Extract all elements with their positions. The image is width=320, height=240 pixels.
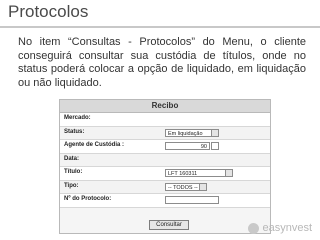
- chevron-down-icon: ▾: [202, 184, 205, 191]
- titulo-select-value: LFT 160311: [168, 171, 198, 177]
- form-row-agente: Agente de Custódia : 90: [60, 140, 270, 154]
- status-label: Status:: [64, 128, 85, 135]
- chevron-down-icon: ▾: [214, 130, 217, 137]
- mercado-label: Mercado:: [64, 115, 91, 121]
- titulo-select[interactable]: LFT 160311 ▾: [165, 169, 233, 177]
- slide-title: Protocolos: [8, 2, 89, 21]
- tipo-label: Tipo:: [64, 182, 79, 189]
- agente-label: Agente de Custódia :: [64, 142, 125, 148]
- form-row-titulo: Título: LFT 160311 ▾: [60, 167, 270, 181]
- consultar-button[interactable]: Consultar: [149, 220, 189, 230]
- recibo-form: Recibo Mercado: Status: Em liquidação ▾ …: [59, 99, 271, 234]
- status-select[interactable]: Em liquidação ▾: [165, 128, 219, 137]
- protocolo-label: Nº do Protocolo:: [64, 196, 112, 202]
- form-header: Recibo: [60, 100, 270, 113]
- title-divider: [0, 26, 320, 28]
- agente-lookup-button[interactable]: [211, 142, 219, 150]
- agente-custodia-input[interactable]: 90: [165, 142, 210, 150]
- logo-mark-icon: [248, 222, 260, 234]
- tipo-select-value: -- TODOS --: [168, 184, 198, 191]
- slide-body-text: No item “Consultas - Protocolos” do Menu…: [18, 36, 306, 89]
- easynvest-logo: easynvest: [248, 222, 312, 234]
- form-row-data: Data:: [60, 153, 270, 167]
- form-row-tipo: Tipo: -- TODOS -- ▾: [60, 180, 270, 194]
- data-label: Data:: [64, 155, 80, 162]
- logo-text: easynvest: [262, 222, 312, 234]
- form-row-status: Status: Em liquidação ▾: [60, 126, 270, 140]
- form-row-protocolo: Nº do Protocolo:: [60, 194, 270, 208]
- form-row-mercado: Mercado:: [60, 113, 270, 127]
- protocolo-input[interactable]: [165, 196, 219, 204]
- tipo-select[interactable]: -- TODOS -- ▾: [165, 182, 207, 191]
- status-select-value: Em liquidação: [168, 130, 203, 137]
- titulo-label: Título:: [64, 169, 83, 175]
- chevron-down-icon: ▾: [228, 171, 231, 177]
